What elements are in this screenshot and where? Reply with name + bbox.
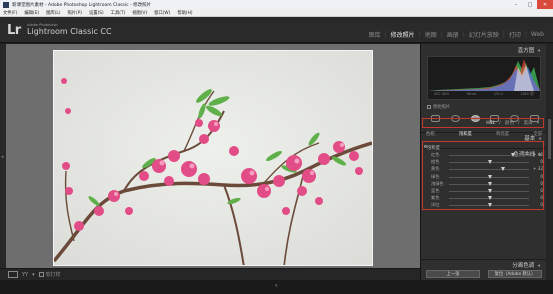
saturation-slider-row: 绿色 0 <box>427 174 543 180</box>
tab-color[interactable]: 颜色 <box>505 120 514 126</box>
tab-divider: / <box>499 120 501 126</box>
app-icon <box>3 1 9 8</box>
slider-knob[interactable] <box>511 153 516 157</box>
slider-value[interactable]: 0 <box>531 188 543 193</box>
slider-value[interactable]: 0 <box>531 181 543 186</box>
tab-hsl[interactable]: HSL <box>486 121 495 126</box>
menu-view[interactable]: 视图(V) <box>132 10 147 16</box>
hsl-tab-bar: HSL / 颜色 / 黑白 ▾ <box>422 118 544 128</box>
soft-proof-checkbox[interactable] <box>38 272 44 277</box>
bottom-buttons: 上一张 复位（Adobe 默认） <box>426 270 542 278</box>
menu-window[interactable]: 窗口(W) <box>154 10 170 16</box>
menu-tools[interactable]: 工具(T) <box>111 10 126 16</box>
saturation-slider-row: 蓝色 0 <box>427 188 543 194</box>
slider-knob[interactable] <box>488 181 492 186</box>
right-panel-scrollbar[interactable] <box>546 44 553 280</box>
saturation-slider-row: 橙色 0 <box>427 159 543 165</box>
slider-value[interactable]: + 32 <box>531 166 543 171</box>
reset-button[interactable]: 复位（Adobe 默认） <box>488 270 542 278</box>
slider-label: 橙色 <box>431 159 440 165</box>
slider-value[interactable]: 0 <box>531 159 543 164</box>
menu-photo[interactable]: 照片(P) <box>67 10 82 16</box>
brand-big: Lightroom Classic CC <box>27 27 112 36</box>
scrollbar-thumb[interactable] <box>548 119 551 159</box>
develop-toolbar: YY ▾ 软打样 <box>0 268 420 280</box>
photo-preview[interactable] <box>53 50 373 266</box>
menu-help[interactable]: 帮助(H) <box>177 10 192 16</box>
slider-track[interactable] <box>449 169 529 171</box>
slider-track[interactable] <box>449 155 529 156</box>
expand-filmstrip-icon[interactable]: ▾ <box>275 283 278 289</box>
brand-text: Adobe Photoshop Lightroom Classic CC <box>27 23 112 36</box>
module-develop[interactable]: 修改照片 <box>387 30 419 39</box>
saturation-heading: 饱和度 <box>427 146 440 151</box>
saturation-slider-row: 黄色 + 32 <box>427 166 543 172</box>
saturation-slider-row: 洋红 0 <box>427 202 543 208</box>
slider-value[interactable]: 0 <box>531 174 543 179</box>
menu-file[interactable]: 文件(F) <box>3 10 17 16</box>
lightroom-logo: Lr <box>7 23 21 38</box>
slider-knob[interactable] <box>488 203 492 208</box>
saturation-sliders: 饱和度 红色 + 46 橙色 0 黄色 + 32 绿色 0 浅绿色 0 蓝色 0 紫色 0 洋红 0 <box>422 141 544 210</box>
tab-all[interactable]: 全部 <box>533 131 542 137</box>
slider-label: 绿色 <box>431 173 440 179</box>
slider-value[interactable]: 0 <box>531 202 543 207</box>
saturation-slider-row: 浅绿色 0 <box>427 181 543 187</box>
split-toning-section[interactable]: 分离色调 ◂ <box>420 259 546 269</box>
slider-label: 蓝色 <box>431 188 440 193</box>
slider-label: 紫色 <box>431 195 440 201</box>
menu-settings[interactable]: 设置(S) <box>89 10 104 16</box>
menu-library[interactable]: 图库(L) <box>46 10 60 16</box>
loupe-view-icon[interactable] <box>8 271 18 278</box>
expand-left-panel-icon[interactable]: ◂ <box>1 154 4 160</box>
expand-triangle-icon[interactable]: ◂ <box>537 263 540 269</box>
tab-luminance[interactable]: 明亮度 <box>496 131 509 137</box>
tab-hue[interactable]: 色相 <box>426 131 435 137</box>
collapse-triangle-icon[interactable]: ▾ <box>537 121 539 126</box>
saturation-slider-row: 紫色 0 <box>427 195 543 201</box>
slider-label: 浅绿色 <box>431 180 444 186</box>
peach-blossom-image <box>54 51 372 265</box>
dropdown-arrow-icon[interactable]: ▾ <box>32 272 35 278</box>
tab-divider: / <box>517 120 520 126</box>
soft-proof-label: 软打样 <box>45 272 61 278</box>
slider-value[interactable]: + 46 <box>531 152 543 157</box>
tab-bw[interactable]: 黑白 <box>523 120 532 126</box>
hsl-subtabs: 色相 饱和度 明亮度 全部 <box>426 131 542 137</box>
slider-knob[interactable] <box>488 189 492 193</box>
slider-knob[interactable] <box>488 174 492 179</box>
window-title: 新课堂图片素材 - Adobe Photoshop Lightroom Clas… <box>12 2 152 8</box>
split-toning-panel-title: 分离色调 <box>512 263 535 269</box>
previous-button[interactable]: 上一张 <box>426 270 480 278</box>
slider-label: 红色 <box>431 152 440 157</box>
left-panel-collapsed[interactable]: ◂ <box>0 44 6 268</box>
module-library[interactable]: 图库 <box>365 30 385 39</box>
slider-label: 黄色 <box>431 166 440 172</box>
slider-knob[interactable] <box>500 167 505 172</box>
saturation-slider-row: 红色 + 46 <box>427 152 543 158</box>
menu-edit[interactable]: 编辑(E) <box>24 10 39 16</box>
slider-knob[interactable] <box>488 160 492 165</box>
tab-saturation[interactable]: 饱和度 <box>459 131 472 137</box>
slider-value[interactable]: 0 <box>531 195 543 200</box>
slider-knob[interactable] <box>488 196 492 201</box>
hsl-panel: HSL / 颜色 / 黑白 ▾ 色相 饱和度 明亮度 全部 饱和度 红色 + 46… <box>420 0 546 294</box>
slider-label: 洋红 <box>431 202 440 208</box>
before-after-icon[interactable]: YY <box>22 272 28 278</box>
